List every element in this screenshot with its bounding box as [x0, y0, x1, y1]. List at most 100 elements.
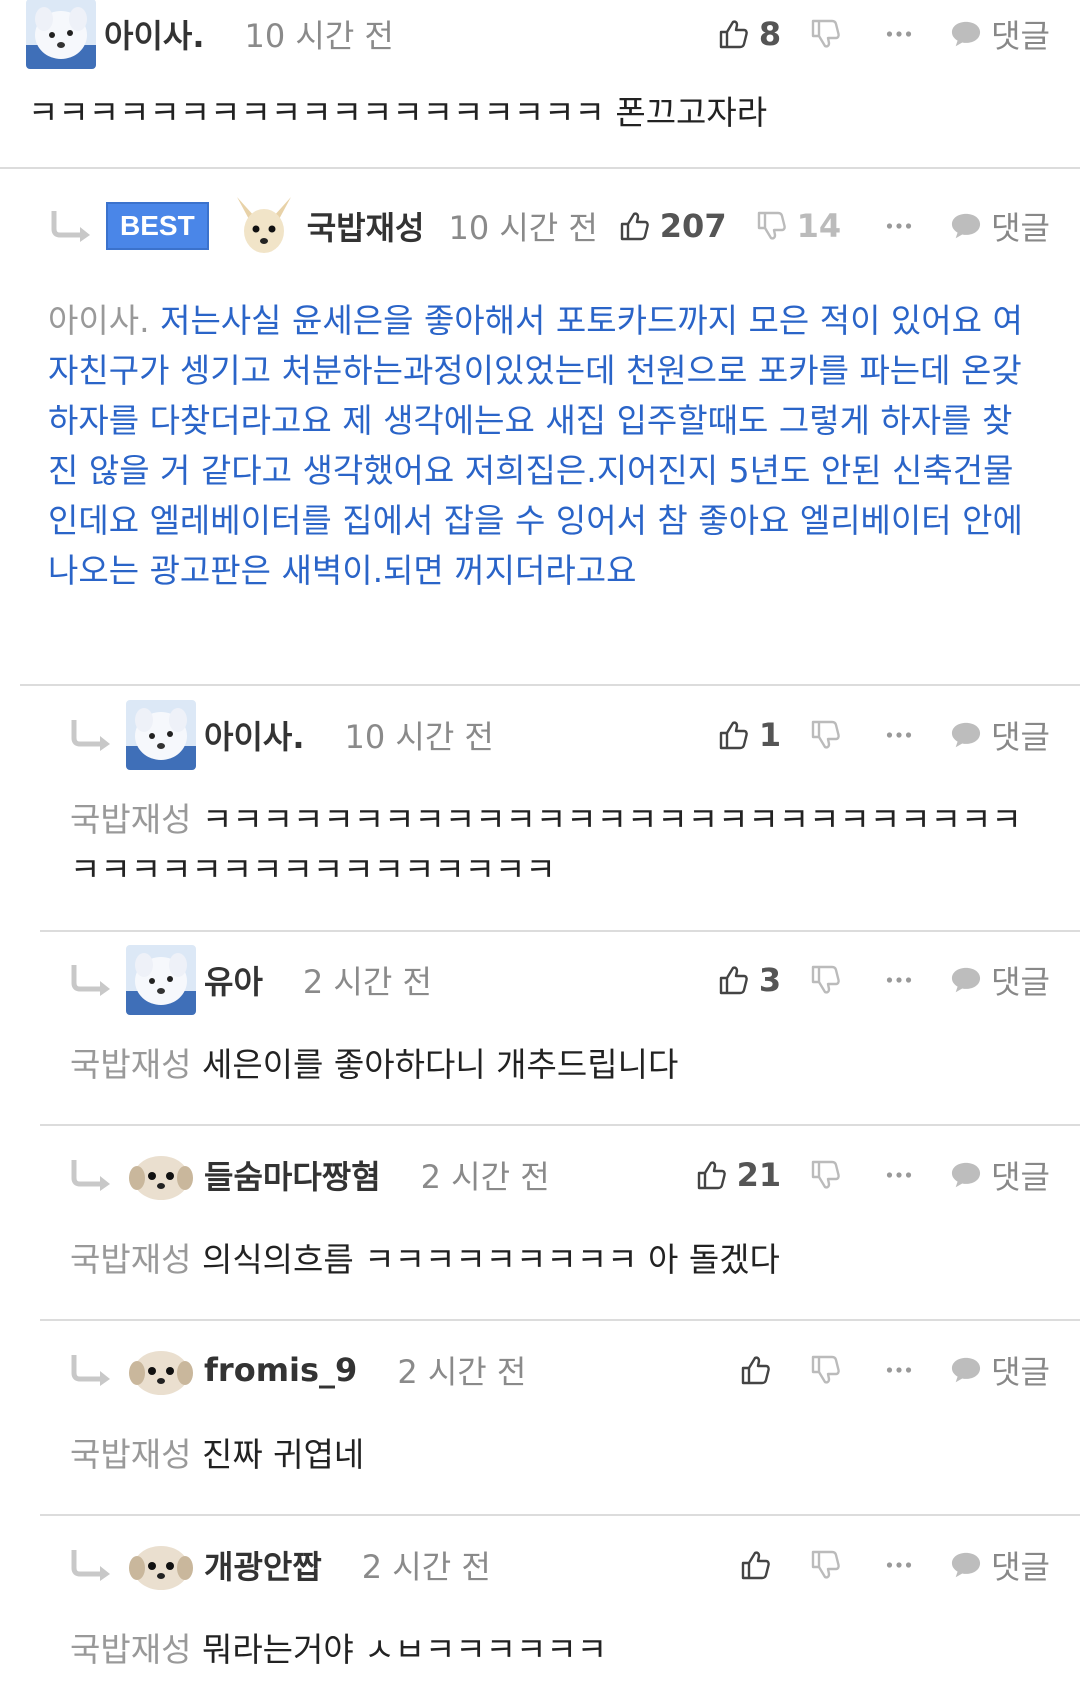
thumbs-down-icon	[809, 1354, 841, 1386]
author-name[interactable]: 아이사.	[104, 11, 204, 57]
thumbs-up-icon	[739, 1549, 771, 1581]
dislike-count: 14	[796, 207, 842, 245]
reply-button[interactable]: 댓글	[949, 957, 1050, 1003]
divider	[20, 684, 1080, 686]
mention[interactable]: 국밥재성	[70, 800, 191, 839]
thumbs-up-icon	[618, 210, 650, 242]
comment-body: 국밥재성 진짜 귀엽네	[70, 1430, 364, 1480]
reply-button[interactable]: 댓글	[949, 203, 1050, 249]
comment-body: 국밥재성 의식의흐름 ㅋㅋㅋㅋㅋㅋㅋㅋㅋ 아 돌겠다	[70, 1235, 780, 1285]
avatar[interactable]	[126, 1140, 196, 1210]
thumbs-down-icon	[809, 1159, 841, 1191]
reply-button[interactable]: 댓글	[949, 1347, 1050, 1393]
more-options-button[interactable]	[879, 1560, 919, 1570]
avatar[interactable]	[229, 191, 299, 261]
like-count: 1	[758, 716, 782, 754]
best-badge: BEST	[106, 202, 209, 250]
avatar[interactable]	[126, 700, 196, 770]
dislike-button[interactable]	[809, 1354, 841, 1386]
mention[interactable]: 국밥재성	[70, 1240, 191, 1279]
more-dots-icon	[886, 1560, 912, 1570]
like-count: 21	[736, 1156, 782, 1194]
speech-bubble-icon	[949, 1550, 983, 1580]
reply-button[interactable]: 댓글	[949, 1152, 1050, 1198]
thumbs-up-icon	[695, 1159, 727, 1191]
more-dots-icon	[886, 975, 912, 985]
reply-button[interactable]: 댓글	[949, 1542, 1050, 1588]
speech-bubble-icon	[949, 720, 983, 750]
like-button[interactable]: 3	[701, 961, 781, 999]
author-name[interactable]: 아이사.	[204, 712, 304, 758]
like-count: 207	[659, 207, 727, 245]
reply-button[interactable]: 댓글	[949, 712, 1050, 758]
speech-bubble-icon	[949, 211, 983, 241]
avatar[interactable]	[126, 1335, 196, 1405]
comment-body: 아이사. 저는사실 윤세은을 좋아해서 포토카드까지 모은 적이 있어요 여자친…	[48, 296, 1038, 596]
comment-body: 국밥재성 세은이를 좋아하다니 개추드립니다	[70, 1040, 678, 1090]
reply-label: 댓글	[991, 1548, 1050, 1586]
dislike-button[interactable]	[809, 964, 841, 996]
reply-label: 댓글	[991, 1158, 1050, 1196]
reply-arrow-icon	[68, 1158, 116, 1192]
thumbs-down-icon	[809, 719, 841, 751]
thumbs-up-icon	[717, 719, 749, 751]
comment-text: ㅋㅋㅋㅋㅋㅋㅋㅋㅋㅋㅋㅋㅋㅋㅋㅋㅋㅋㅋㅋㅋㅋㅋㅋㅋㅋㅋㅋㅋㅋㅋㅋㅋㅋㅋㅋㅋㅋㅋㅋ…	[70, 800, 1022, 889]
timestamp: 2 시간 전	[361, 1548, 491, 1586]
mention[interactable]: 국밥재성	[70, 1435, 191, 1474]
dislike-button[interactable]	[809, 1549, 841, 1581]
author-name[interactable]: 개광안짭	[204, 1542, 322, 1588]
comment-text: ㅋㅋㅋㅋㅋㅋㅋㅋㅋㅋㅋㅋㅋㅋㅋㅋㅋㅋㅋ 폰끄고자라	[28, 93, 768, 132]
like-button[interactable]: 1	[701, 716, 781, 754]
like-button[interactable]: 207	[618, 207, 727, 245]
reply-label: 댓글	[991, 718, 1050, 756]
thumbs-down-icon	[755, 210, 787, 242]
avatar[interactable]	[126, 1530, 196, 1600]
mention[interactable]: 국밥재성	[70, 1630, 191, 1669]
author-name[interactable]: 국밥재성	[307, 203, 425, 249]
more-options-button[interactable]	[879, 975, 919, 985]
reply-arrow-icon	[68, 1353, 116, 1387]
speech-bubble-icon	[949, 1355, 983, 1385]
timestamp: 10 시간 전	[344, 718, 494, 756]
author-name[interactable]: 유아	[204, 957, 263, 1003]
more-options-button[interactable]	[879, 29, 919, 39]
more-options-button[interactable]	[879, 730, 919, 740]
like-count: 8	[758, 15, 782, 53]
speech-bubble-icon	[949, 965, 983, 995]
dislike-button[interactable]	[809, 719, 841, 751]
timestamp: 2 시간 전	[420, 1158, 550, 1196]
reply-label: 댓글	[991, 209, 1050, 247]
more-options-button[interactable]	[879, 1365, 919, 1375]
more-dots-icon	[886, 29, 912, 39]
dislike-button[interactable]	[809, 1159, 841, 1191]
speech-bubble-icon	[949, 1160, 983, 1190]
author-name[interactable]: fromis_9	[204, 1351, 357, 1389]
more-options-button[interactable]	[879, 221, 919, 231]
reply-button[interactable]: 댓글	[949, 11, 1050, 57]
more-options-button[interactable]	[879, 1170, 919, 1180]
dislike-button[interactable]	[809, 18, 841, 50]
more-dots-icon	[886, 730, 912, 740]
comment-text: 저는사실 윤세은을 좋아해서 포토카드까지 모은 적이 있어요 여자친구가 셍기…	[48, 301, 1023, 590]
divider	[40, 1514, 1080, 1516]
avatar[interactable]	[126, 945, 196, 1015]
more-dots-icon	[886, 1170, 912, 1180]
mention[interactable]: 아이사.	[48, 301, 150, 340]
reply-label: 댓글	[991, 1353, 1050, 1391]
divider	[40, 1124, 1080, 1126]
comment-body: 국밥재성 ㅋㅋㅋㅋㅋㅋㅋㅋㅋㅋㅋㅋㅋㅋㅋㅋㅋㅋㅋㅋㅋㅋㅋㅋㅋㅋㅋㅋㅋㅋㅋㅋㅋㅋㅋ…	[70, 795, 1030, 895]
comment-body: ㅋㅋㅋㅋㅋㅋㅋㅋㅋㅋㅋㅋㅋㅋㅋㅋㅋㅋㅋ 폰끄고자라	[28, 88, 767, 138]
like-button[interactable]	[701, 1354, 781, 1386]
like-button[interactable]: 8	[701, 15, 781, 53]
timestamp: 2 시간 전	[302, 963, 432, 1001]
author-name[interactable]: 들숨마다짱혐	[204, 1152, 381, 1198]
like-button[interactable]: 21	[695, 1156, 782, 1194]
timestamp: 2 시간 전	[397, 1353, 527, 1391]
avatar[interactable]	[26, 0, 96, 69]
thumbs-down-icon	[809, 18, 841, 50]
mention[interactable]: 국밥재성	[70, 1045, 191, 1084]
dislike-button[interactable]: 14	[755, 207, 842, 245]
like-button[interactable]	[701, 1549, 781, 1581]
timestamp: 10 시간 전	[244, 17, 394, 55]
thumbs-down-icon	[809, 964, 841, 996]
